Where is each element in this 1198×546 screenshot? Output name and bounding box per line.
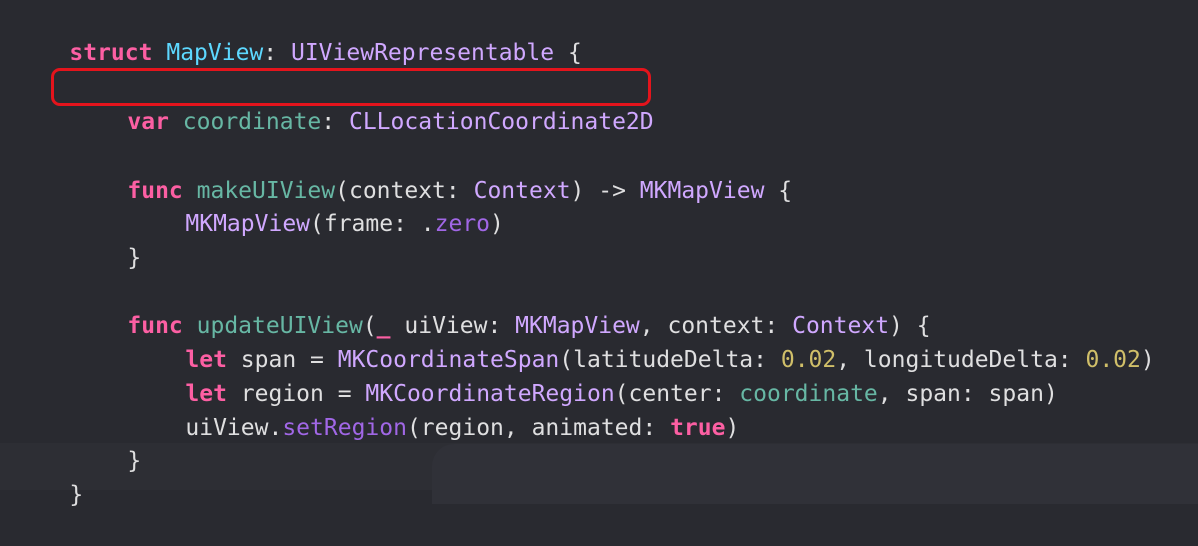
code-editor[interactable]: struct MapView: UIViewRepresentable { va… [0,0,1198,508]
type-token: MKMapView [185,211,311,237]
keyword-token: struct [69,40,153,66]
code-line-close-brace[interactable]: } [72,207,141,271]
plain-token: ) [1140,347,1155,373]
keyword-token: true [670,415,726,441]
code-line-make-ui-view[interactable]: func makeUIView(context: Context) -> MKM… [72,140,792,204]
plain-token: , span: span) [877,381,1058,407]
code-line-update-ui-view[interactable]: func updateUIView(_ uiView: MKMapView, c… [72,275,930,339]
code-line-let-span[interactable]: let span = MKCoordinateSpan(latitudeDelt… [130,309,1154,373]
code-line-close-brace[interactable]: } [72,410,141,474]
property-token: zero [434,211,491,237]
number-token: 0.02 [1085,347,1141,373]
plain-token: (frame: . [310,211,435,237]
code-line-mkmapview-init[interactable]: MKMapView(frame: .zero) [130,173,504,237]
function-token: setRegion [282,415,407,441]
plain-token: (region, animated: [406,415,671,441]
plain-token: { [764,178,793,204]
plain-token: ) [490,211,504,237]
plain-token: ) -> [570,178,640,204]
plain-token: uiView. [185,415,283,441]
plain-token: : [263,40,291,66]
type-token: CLLocationCoordinate2D [348,109,654,135]
plain-token: { [554,40,582,66]
type-token: MapView [166,40,264,66]
code-line-let-region[interactable]: let region = MKCoordinateRegion(center: … [130,343,1057,407]
overlay-panel [432,444,1198,504]
keyword-token: var [127,109,169,135]
code-line-struct[interactable]: struct MapView: UIViewRepresentable { [14,2,581,66]
plain-token: : [321,109,349,135]
code-line-var-coordinate[interactable]: var coordinate: CLLocationCoordinate2D [72,71,653,135]
code-line-set-region[interactable]: uiView.setRegion(region, animated: true) [130,377,739,441]
code-line-close-brace[interactable]: } [14,444,83,508]
plain-token: } [127,448,142,474]
property-token: coordinate [182,109,322,135]
plain-token: } [69,482,84,508]
plain-token: ) [725,415,740,441]
type-token: MKMapView [639,178,765,204]
type-token: UIViewRepresentable [290,40,555,66]
property-token: coordinate [739,381,878,407]
plain-token: } [127,245,142,271]
